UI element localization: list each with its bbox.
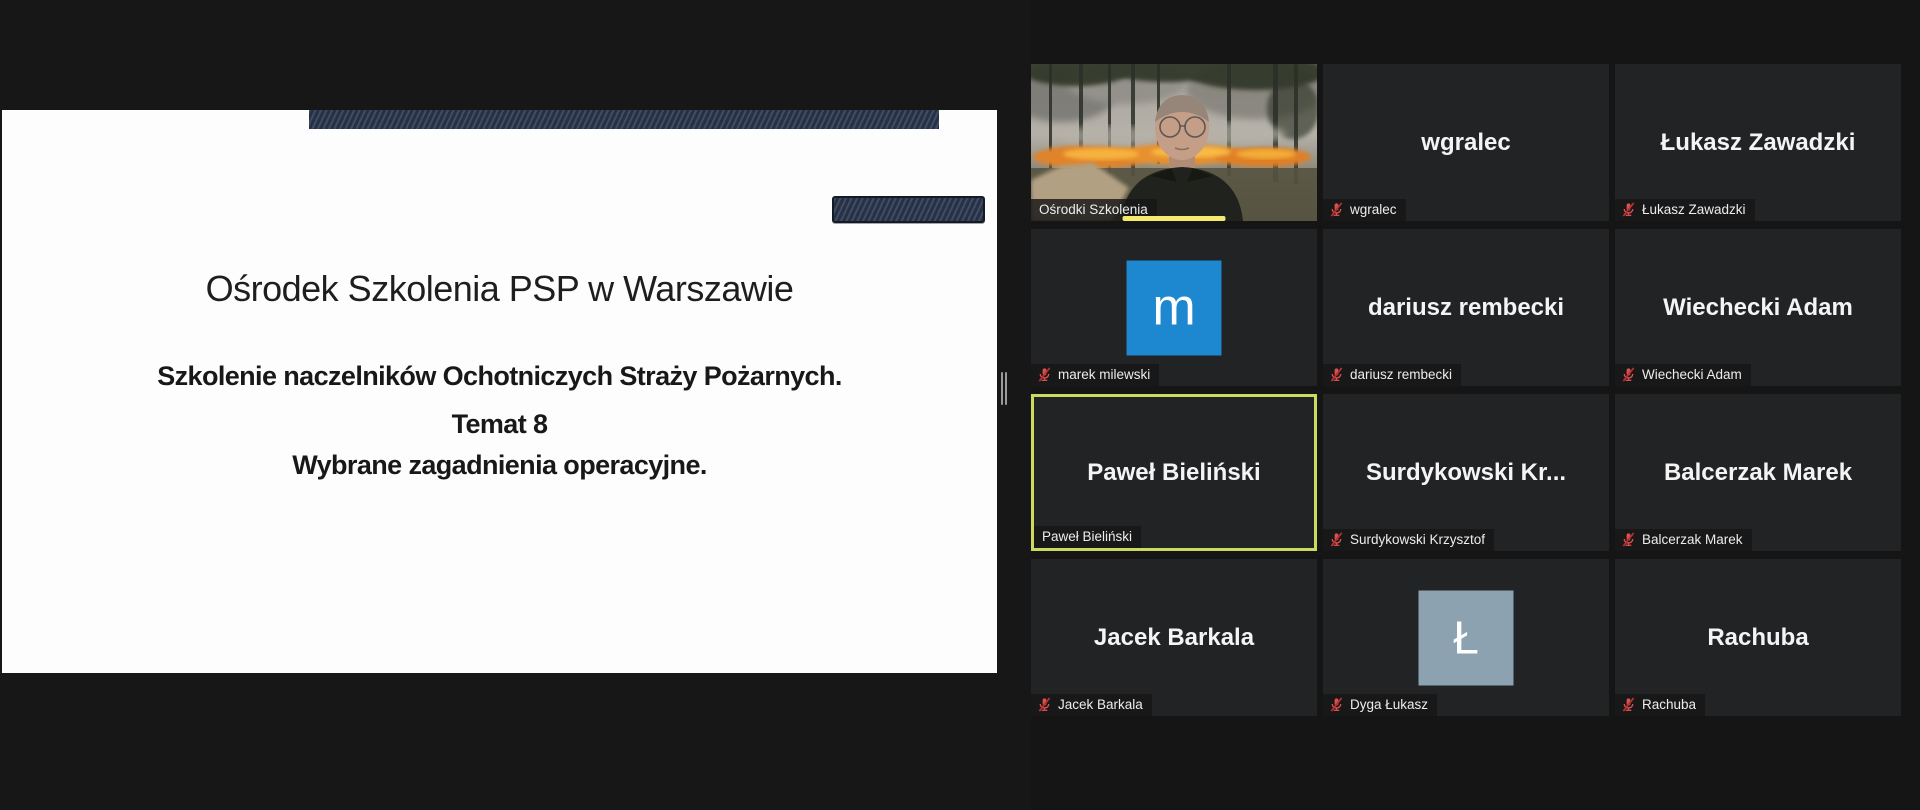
participant-tile[interactable]: dariusz rembecki dariusz rembecki	[1323, 229, 1609, 386]
gallery-resize-handle[interactable]	[1001, 372, 1009, 405]
screenshare-region: Ośrodek Szkolenia PSP w Warszawie Szkole…	[0, 0, 1031, 810]
participant-display-name: Łukasz Zawadzki	[1660, 128, 1856, 156]
participant-display-name: dariusz rembecki	[1367, 293, 1565, 321]
participant-name-label: Wiechecki Adam	[1615, 364, 1751, 386]
muted-mic-icon	[1621, 202, 1636, 217]
participant-tile[interactable]: Ośrodki Szkolenia	[1031, 64, 1317, 221]
participant-tile[interactable]: Łukasz Zawadzki Łukasz Zawadzki	[1615, 64, 1901, 221]
participant-tile[interactable]: Jacek Barkala Jacek Barkala	[1031, 559, 1317, 716]
participant-avatar: Ł	[1418, 590, 1514, 685]
slide-title: Ośrodek Szkolenia PSP w Warszawie	[205, 268, 794, 309]
participant-name-label: Jacek Barkala	[1031, 694, 1152, 716]
zoom-meeting-window: Ośrodek Szkolenia PSP w Warszawie Szkole…	[0, 0, 1920, 810]
participant-tile[interactable]: Surdykowski Kr... Surdykowski Krzysztof	[1323, 394, 1609, 551]
muted-mic-icon	[1329, 202, 1344, 217]
slide-subtitle-line3: Wybrane zagadnienia operacyjne.	[292, 450, 707, 480]
participant-display-name: Balcerzak Marek	[1663, 458, 1853, 486]
participant-name-label: wgralec	[1323, 199, 1406, 221]
muted-mic-icon	[1329, 532, 1344, 547]
participant-display-name: wgralec	[1421, 128, 1511, 156]
participant-name-label: dariusz rembecki	[1323, 364, 1462, 386]
participant-avatar: m	[1126, 260, 1222, 355]
participant-tile[interactable]: wgralec wgralec	[1323, 64, 1609, 221]
slide-subtitle-line1: Szkolenie naczelników Ochotniczych Straż…	[157, 361, 842, 391]
participant-name-label: Paweł Bieliński	[1034, 526, 1142, 548]
participant-tile[interactable]: Wiechecki Adam Wiechecki Adam	[1615, 229, 1901, 386]
muted-mic-icon	[1621, 532, 1636, 547]
participant-tile[interactable]: Balcerzak Marek Balcerzak Marek	[1615, 394, 1901, 551]
muted-mic-icon	[1037, 697, 1052, 712]
presentation-slide: Ośrodek Szkolenia PSP w Warszawie Szkole…	[2, 110, 997, 673]
participant-tile[interactable]: Rachuba Rachuba	[1615, 559, 1901, 716]
muted-mic-icon	[1621, 697, 1636, 712]
participant-name-label: Dyga Łukasz	[1323, 694, 1438, 716]
participant-display-name: Surdykowski Kr...	[1365, 458, 1567, 486]
muted-mic-icon	[1621, 367, 1636, 382]
slide-decoration-button	[832, 196, 985, 223]
participant-name-label: Rachuba	[1615, 694, 1706, 716]
slide-subtitle-line2: Temat 8	[451, 409, 548, 439]
participant-name-label: Łukasz Zawadzki	[1615, 199, 1755, 221]
participant-display-name: Wiechecki Adam	[1663, 293, 1853, 321]
participant-display-name: Jacek Barkala	[1093, 623, 1255, 651]
participant-video-forest-fire	[1031, 64, 1317, 221]
muted-mic-icon	[1329, 367, 1344, 382]
participant-display-name: Rachuba	[1707, 623, 1809, 651]
participant-name-label: Balcerzak Marek	[1615, 529, 1752, 551]
participant-name-label: marek milewski	[1031, 364, 1160, 386]
participant-name-label: Surdykowski Krzysztof	[1323, 529, 1495, 551]
muted-mic-icon	[1037, 367, 1052, 382]
slide-decoration-bar	[309, 110, 939, 129]
muted-mic-icon	[1329, 697, 1344, 712]
participant-tile[interactable]: Ł Dyga Łukasz	[1323, 559, 1609, 716]
participant-tile[interactable]: m marek milewski	[1031, 229, 1317, 386]
participant-tile-active-speaker[interactable]: Paweł Bieliński Paweł Bieliński	[1031, 394, 1317, 551]
participant-gallery: Ośrodki Szkolenia wgralec wgralec Łukasz…	[1031, 64, 1901, 716]
speaking-indicator-bar	[1122, 216, 1226, 221]
